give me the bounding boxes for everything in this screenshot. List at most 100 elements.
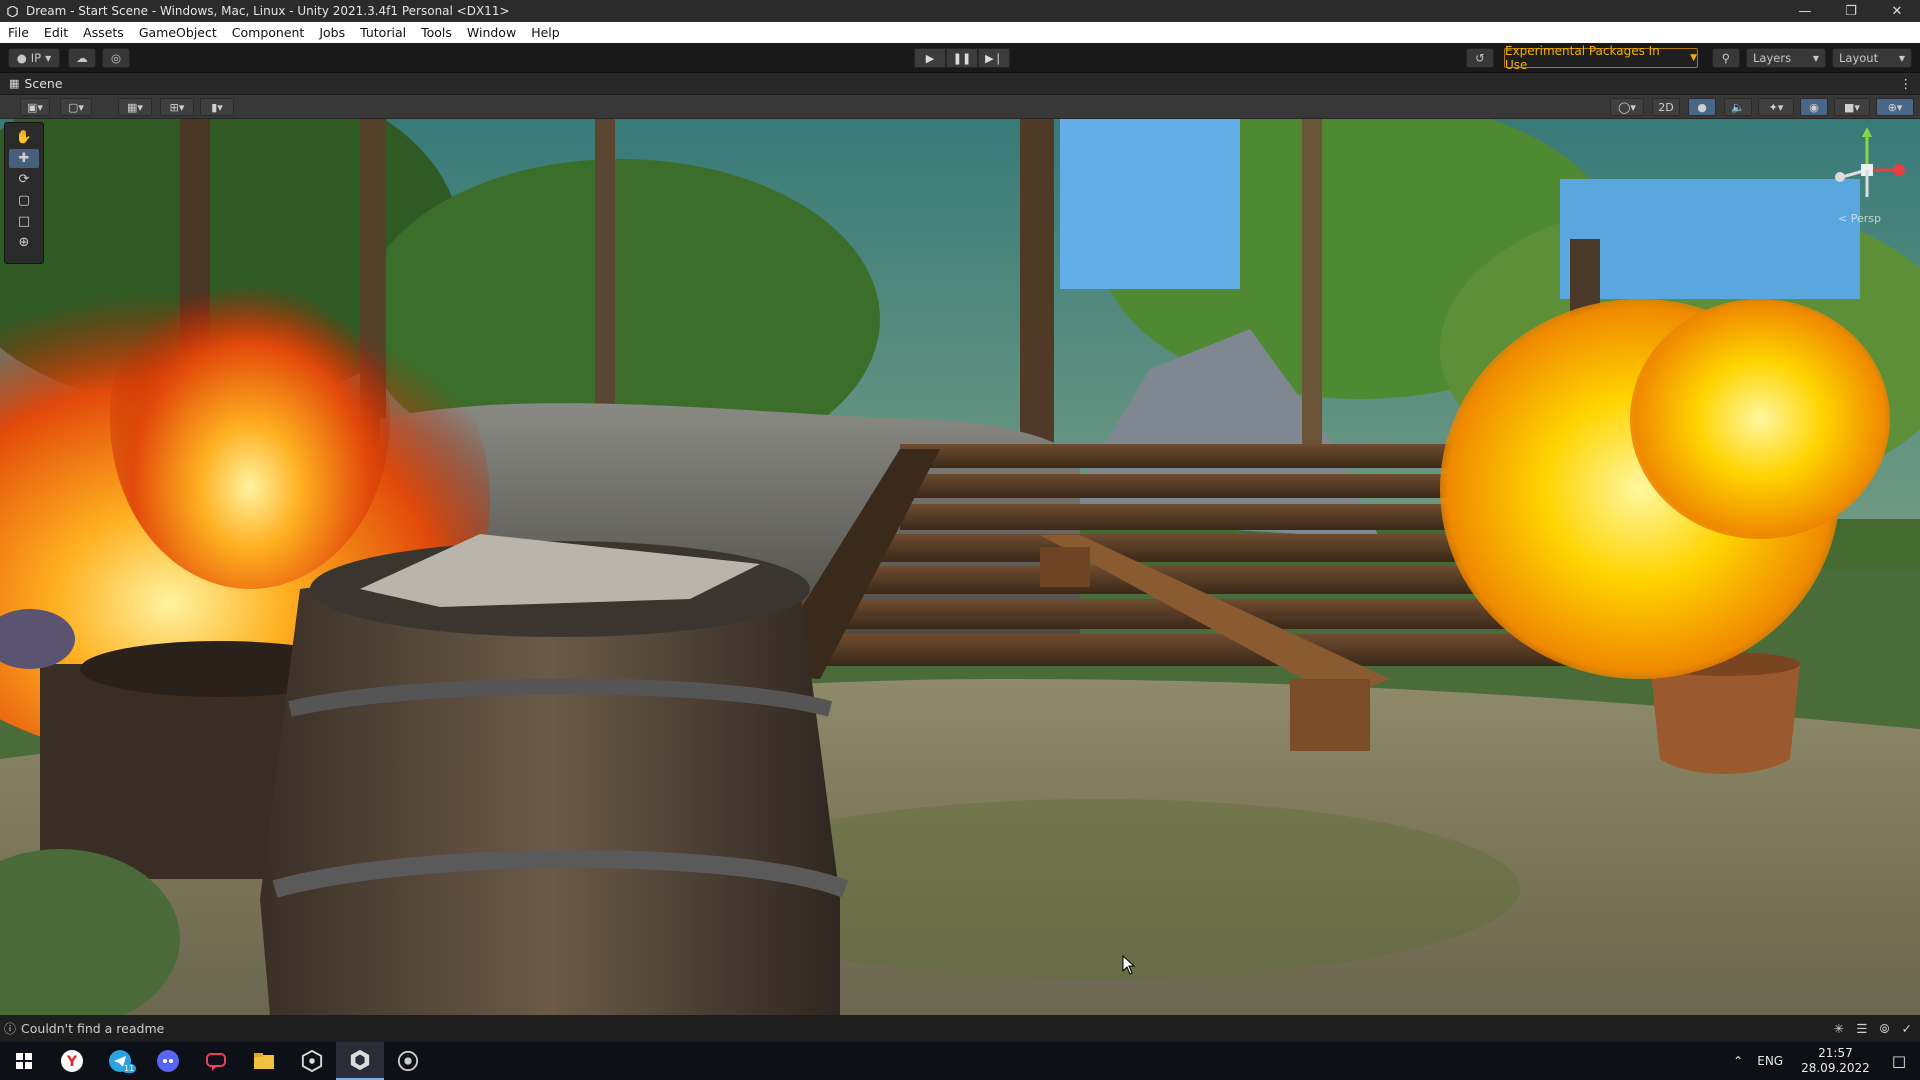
undo-history-button[interactable]: ↺ [1466,48,1494,68]
transform-tool-button[interactable]: ⊕ [9,233,39,252]
file-explorer-button[interactable] [240,1042,288,1080]
cloud-icon: ☁ [76,51,88,65]
audio-toggle[interactable]: 🔈 [1724,98,1752,116]
pause-icon: ❚❚ [952,51,972,65]
globe-icon: ⊕▾ [1887,100,1903,114]
move-tool-button[interactable]: ✚ [9,149,39,168]
clock-time: 21:57 [1818,1046,1853,1060]
lightbulb-icon: ● [1697,100,1707,114]
hand-tool-button[interactable]: ✋ [9,128,39,147]
chat-icon [206,1053,226,1071]
step-button[interactable]: ▶❘ [978,48,1010,68]
shading-dropdown[interactable]: ▢▾ [60,98,92,116]
chevron-up-icon[interactable]: ⌃ [1733,1054,1743,1068]
eye-icon: ◉ [1809,100,1819,114]
cube-icon: ▢▾ [68,100,84,114]
discord-button[interactable] [144,1042,192,1080]
menu-window[interactable]: Window [459,25,523,40]
rect-icon: □ [17,214,31,229]
ruler-dropdown[interactable]: ▮▾ [200,98,234,116]
scale-tool-button[interactable]: ▢ [9,191,39,210]
persp-label[interactable]: < Persp [1838,212,1881,225]
start-button[interactable] [0,1042,48,1080]
status-icons: ✳ ☰ ⦾ ✓ [1834,1021,1912,1037]
telegram-button[interactable]: 11 [96,1042,144,1080]
menu-assets[interactable]: Assets [75,25,131,40]
effects-icon: ✦▾ [1768,100,1784,114]
experimental-packages-button[interactable]: Experimental Packages In Use ▼ [1504,44,1698,72]
unity-icon [350,1049,370,1071]
no-network-icon[interactable]: ⦾ [1880,1021,1890,1037]
lighting-toggle[interactable]: ● [1688,98,1716,116]
menu-jobs[interactable]: Jobs [311,25,352,40]
sphere-icon: ◯▾ [1618,100,1636,114]
clock[interactable]: 21:57 28.09.2022 [1801,1046,1870,1076]
layers-dropdown[interactable]: Layers ▼ [1746,48,1826,68]
account-dropdown[interactable]: ● IP ▼ [8,48,60,68]
windows-icon [16,1053,32,1069]
hand-icon: ✋ [15,130,33,145]
discord-icon [157,1050,179,1072]
window-title: Dream - Start Scene - Windows, Mac, Linu… [26,4,510,18]
menu-bar: File Edit Assets GameObject Component Jo… [0,22,1920,43]
menu-tools[interactable]: Tools [413,25,459,40]
ruler-icon: ▮▾ [211,100,223,114]
clock-date: 28.09.2022 [1801,1061,1870,1075]
scene-viewport[interactable] [0,119,1920,1015]
chevron-down-icon: ▼ [45,53,52,63]
restore-button[interactable]: ❐ [1828,0,1874,22]
menu-tutorial[interactable]: Tutorial [352,25,413,40]
cloud-button[interactable]: ☁ [68,48,96,68]
language-indicator[interactable]: ENG [1757,1054,1783,1068]
snap-increment-dropdown[interactable]: ⊞▾ [160,98,194,116]
scale-icon: ▢ [17,193,31,208]
render-mode-dropdown[interactable]: ◯▾ [1610,98,1644,116]
system-tray: ⌃ ENG 21:57 28.09.2022 □ [1733,1042,1920,1080]
telegram-badge: 11 [122,1064,137,1073]
menu-help[interactable]: Help [523,25,567,40]
menu-file[interactable]: File [0,25,36,40]
grid-icon: ▦▾ [127,100,143,114]
status-message[interactable]: Couldn't find a readme [21,1021,164,1036]
chevron-down-icon: ▼ [1898,53,1905,63]
play-icon: ▶ [925,51,935,65]
camera-dropdown[interactable]: ■▾ [1834,98,1870,116]
mouse-cursor-icon [1122,954,1136,975]
search-button[interactable]: ⚲ [1712,48,1740,68]
chevron-down-icon: ▼ [1690,53,1697,63]
scene-tab-icon: ▦ [9,77,20,90]
rotate-icon: ⟳ [18,172,30,187]
scene-tools-panel: ✋ ✚ ⟳ ▢ □ ⊕ [4,122,44,264]
rotate-tool-button[interactable]: ⟳ [9,170,39,189]
more-menu-icon[interactable]: ⋮ [1900,76,1913,91]
toggle-2d-button[interactable]: 2D [1652,98,1680,116]
scene-visibility-toggle[interactable]: ◉ [1800,98,1828,116]
blender-button[interactable] [384,1042,432,1080]
tab-scene[interactable]: Scene [24,76,62,91]
minimize-button[interactable]: — [1782,0,1828,22]
gizmos-dropdown[interactable]: ⊕▾ [1876,98,1914,116]
scene-view-toolbar: ▣▾ ▢▾ ▦▾ ⊞▾ ▮▾ ◯▾ 2D ● 🔈 ✦▾ ◉ ■▾ ⊕▾ [0,95,1920,119]
layout-label: Layout [1839,51,1879,65]
collab-button[interactable]: ◎ [102,48,130,68]
unity-editor-button[interactable] [336,1042,384,1080]
menu-gameobject[interactable]: GameObject [131,25,224,40]
check-icon[interactable]: ✓ [1902,1021,1912,1037]
menu-component[interactable]: Component [224,25,312,40]
grid-snap-dropdown[interactable]: ▦▾ [118,98,152,116]
unity-hub-button[interactable] [288,1042,336,1080]
play-button[interactable]: ▶ [914,48,946,68]
bug-icon[interactable]: ✳ [1834,1021,1844,1037]
pause-button[interactable]: ❚❚ [946,48,978,68]
yandex-browser-button[interactable]: Y [48,1042,96,1080]
menu-edit[interactable]: Edit [36,25,75,40]
effects-dropdown[interactable]: ✦▾ [1758,98,1794,116]
draw-mode-dropdown[interactable]: ▣▾ [20,98,50,116]
chat-app-button[interactable] [192,1042,240,1080]
rect-tool-button[interactable]: □ [9,212,39,231]
close-button[interactable]: ✕ [1874,0,1920,22]
layout-dropdown[interactable]: Layout ▼ [1832,48,1912,68]
notifications-icon[interactable]: □ [1892,1052,1906,1070]
speaker-icon: 🔈 [1731,100,1745,114]
stack-icon[interactable]: ☰ [1856,1021,1867,1037]
